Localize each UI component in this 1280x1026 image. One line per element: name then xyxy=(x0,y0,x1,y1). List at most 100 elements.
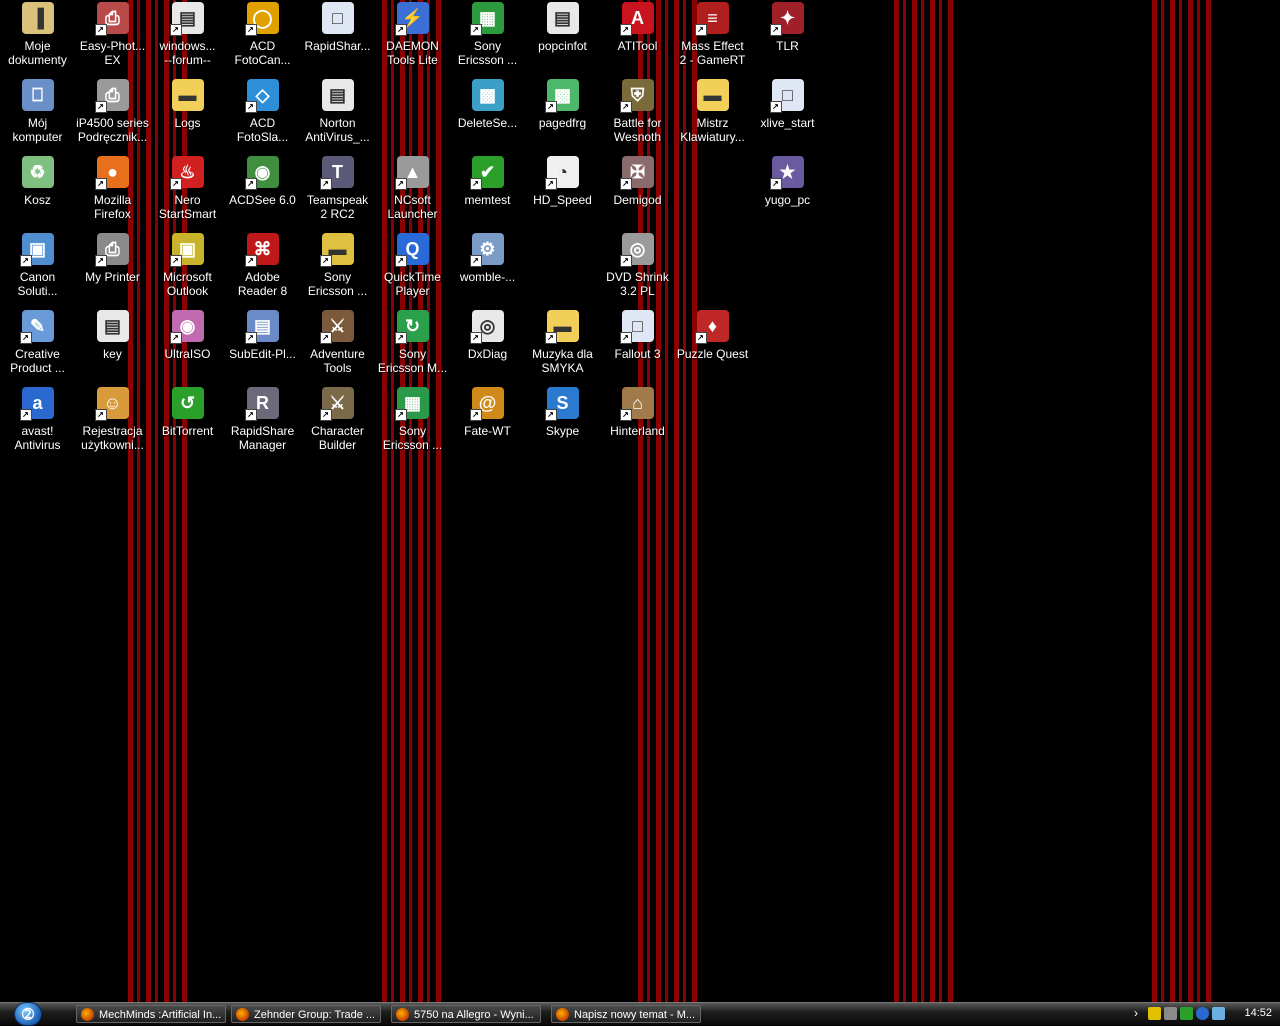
eye-icon: ◉ ↗ xyxy=(244,156,279,190)
desktop-icon-mass-effect[interactable]: ≡ ↗ Mass Effect 2 - GameRT xyxy=(675,0,750,72)
desktop-icon-teamspeak[interactable]: T ↗ Teamspeak 2 RC2 xyxy=(300,154,375,226)
shortcut-arrow-icon: ↗ xyxy=(394,332,407,344)
desktop-icon-quicktime-player[interactable]: Q ↗ QuickTime Player xyxy=(375,231,450,303)
shortcut-arrow-icon: ↗ xyxy=(694,24,707,36)
desktop-icon-dxdiag[interactable]: ◎ ↗ DxDiag xyxy=(450,308,525,380)
desktop-icon-sony-ericsson-m[interactable]: ↻ ↗ Sony Ericsson M... xyxy=(375,308,450,380)
quicktime-icon: Q ↗ xyxy=(394,233,429,267)
desktop-icon-adventure-tools[interactable]: ⚔ ↗ Adventure Tools xyxy=(300,308,375,380)
diagnostic-icon: ◎ ↗ xyxy=(469,310,504,344)
desktop-icon-deleteservice[interactable]: ▩ DeleteSe... xyxy=(450,77,525,149)
desktop-icon-sony-ericsson-2[interactable]: ▬ ↗ Sony Ericsson ... xyxy=(300,231,375,303)
desktop-icon-yugo-pc[interactable]: ★ ↗ yugo_pc xyxy=(750,154,825,226)
taskbar-button-firefox-window[interactable]: Zehnder Group: Trade ... xyxy=(231,1005,381,1023)
desktop-icon-rapidshare-manager[interactable]: R ↗ RapidShare Manager xyxy=(225,385,300,457)
desktop-icon-canon-solution[interactable]: ▣ ↗ Canon Soluti... xyxy=(0,231,75,303)
swirl-icon: @ ↗ xyxy=(469,387,504,421)
desktop-icon-key[interactable]: ▤ key xyxy=(75,308,150,380)
desktop-icon-tlr[interactable]: ✦ ↗ TLR xyxy=(750,0,825,72)
desktop-icon-label: Easy-Phot... EX xyxy=(79,39,146,67)
desktop-icon-label: key xyxy=(103,347,122,361)
norton-tray-icon[interactable] xyxy=(1148,1007,1161,1020)
desktop-icon-acd-fotoslate[interactable]: ◇ ↗ ACD FotoSla... xyxy=(225,77,300,149)
desktop-icon-ultraiso[interactable]: ◉ ↗ UltraISO xyxy=(150,308,225,380)
desktop-icon-nero-startsmart[interactable]: ♨ ↗ Nero StartSmart xyxy=(150,154,225,226)
desktop-icon-avast-antivirus[interactable]: a ↗ avast! Antivirus xyxy=(0,385,75,457)
canon-icon: ▣ ↗ xyxy=(19,233,54,267)
wallpaper-stripe xyxy=(155,0,158,1002)
desktop-icon-mozilla-firefox[interactable]: ● ↗ Mozilla Firefox xyxy=(75,154,150,226)
shortcut-arrow-icon: ↗ xyxy=(394,255,407,267)
desktop-icon-demigod[interactable]: ✠ ↗ Demigod xyxy=(600,154,675,226)
system-tray: › 14:52 xyxy=(1130,1003,1280,1025)
game-icon: ✦ ↗ xyxy=(769,2,804,36)
desktop-icon-acd-fotocanvas[interactable]: ◯ ↗ ACD FotoCan... xyxy=(225,0,300,72)
firefox-icon: ● ↗ xyxy=(94,156,129,190)
printer-icon: ⎙ ↗ xyxy=(94,2,129,36)
desktop-icon-moj-komputer[interactable]: ⎕ Mój komputer xyxy=(0,77,75,149)
desktop-icon-easy-photo[interactable]: ⎙ ↗ Easy-Phot... EX xyxy=(75,0,150,72)
desktop-icon-ip4500-series[interactable]: ⎙ ↗ iP4500 series Podręcznik... xyxy=(75,77,150,149)
desktop-icon-sony-ericsson-3[interactable]: ▦ ↗ Sony Ericsson ... xyxy=(375,385,450,457)
desktop-icon-hd-speed[interactable]: ◔ ↗ HD_Speed xyxy=(525,154,600,226)
desktop-icon-daemon-tools[interactable]: ⚡ ↗ DAEMON Tools Lite xyxy=(375,0,450,72)
desktop-icon-ncsoft-launcher[interactable]: ▲ ↗ NCsoft Launcher xyxy=(375,154,450,226)
document-icon: ▤ xyxy=(321,79,354,111)
gauge-icon: ◔ ↗ xyxy=(544,156,579,190)
messenger-tray-icon[interactable] xyxy=(1212,1007,1225,1020)
desktop-icon-moje-dokumenty[interactable]: ▐ Moje dokumenty xyxy=(0,0,75,72)
tray-chevron-icon[interactable]: › xyxy=(1134,1006,1138,1020)
taskbar-button-firefox-window[interactable]: MechMinds :Artificial In... xyxy=(76,1005,226,1023)
clock[interactable]: 14:52 xyxy=(1244,1007,1272,1019)
desktop-icon-acdsee[interactable]: ◉ ↗ ACDSee 6.0 xyxy=(225,154,300,226)
desktop-icon-label: Fallout 3 xyxy=(614,347,661,361)
taskbar-button-firefox-window[interactable]: 5750 na Allegro - Wyni... xyxy=(391,1005,541,1023)
desktop-icon-xlive-start[interactable]: □ ↗ xlive_start xyxy=(750,77,825,149)
taskbar-button-firefox-window[interactable]: Napisz nowy temat - M... xyxy=(551,1005,701,1023)
desktop-icon-character-builder[interactable]: ⚔ ↗ Character Builder xyxy=(300,385,375,457)
desktop-icon-skype[interactable]: S ↗ Skype xyxy=(525,385,600,457)
document-icon: ▤ ↗ xyxy=(169,2,204,36)
desktop-icon-muzyka-dla-smyka[interactable]: ▬ ↗ Muzyka dla SMYKA xyxy=(525,308,600,380)
desktop-icon-hinterland[interactable]: ⌂ ↗ Hinterland xyxy=(600,385,675,457)
desktop-icon-microsoft-outlook[interactable]: ▣ ↗ Microsoft Outlook xyxy=(150,231,225,303)
desktop-icon-adobe-reader[interactable]: ⌘ ↗ Adobe Reader 8 xyxy=(225,231,300,303)
desktop-icon-logs[interactable]: ▬ Logs xyxy=(150,77,225,149)
desktop-icon-label: Adobe Reader 8 xyxy=(237,270,288,298)
desktop-icon-rejestracja[interactable]: ☺ ↗ Rejestracja użytkowni... xyxy=(75,385,150,457)
desktop-icon-fallout-3[interactable]: □ ↗ Fallout 3 xyxy=(600,308,675,380)
desktop-icon-fate-wt[interactable]: @ ↗ Fate-WT xyxy=(450,385,525,457)
wallpaper-stripe xyxy=(930,0,935,1002)
wallpaper-stripe xyxy=(137,0,140,1002)
desktop-icon-kosz[interactable]: ♻ Kosz xyxy=(0,154,75,226)
network-tray-icon[interactable] xyxy=(1164,1007,1177,1020)
desktop-icon-mistrz-klawiatury[interactable]: ▬ Mistrz Klawiatury... xyxy=(675,77,750,149)
desktop-icon-label: Canon Soluti... xyxy=(17,270,58,298)
wallpaper-stripe xyxy=(173,0,176,1002)
check-tray-icon[interactable] xyxy=(1180,1007,1193,1020)
desktop-icon-dvd-shrink[interactable]: ◎ ↗ DVD Shrink 3.2 PL xyxy=(600,231,675,303)
start-button[interactable]: ➁ xyxy=(14,1002,42,1026)
desktop-icon-windows-forum[interactable]: ▤ ↗ windows... --forum-- xyxy=(150,0,225,72)
wallpaper-stripe xyxy=(1170,0,1175,1002)
desktop-icon-puzzle-quest[interactable]: ♦ ↗ Puzzle Quest xyxy=(675,308,750,380)
desktop-icon-sony-ericsson-1[interactable]: ▦ ↗ Sony Ericsson ... xyxy=(450,0,525,72)
desktop-icon-battle-for-wesnoth[interactable]: ⛨ ↗ Battle for Wesnoth xyxy=(600,77,675,149)
desktop-icon-memtest[interactable]: ✔ ↗ memtest xyxy=(450,154,525,226)
shortcut-arrow-icon: ↗ xyxy=(769,178,782,190)
desktop-icon-pagedfrg[interactable]: ▩ ↗ pagedfrg xyxy=(525,77,600,149)
desktop-icon-label: ATITool xyxy=(617,39,658,53)
desktop-icon-label: Sony Ericsson ... xyxy=(457,39,518,67)
shortcut-arrow-icon: ↗ xyxy=(94,178,107,190)
desktop-icon-subedit[interactable]: ▤ ↗ SubEdit-Pl... xyxy=(225,308,300,380)
desktop-icon-womble[interactable]: ⚙ ↗ womble-... xyxy=(450,231,525,303)
desktop-icon-label: Teamspeak 2 RC2 xyxy=(306,193,369,221)
desktop-icon-atitool[interactable]: A ↗ ATITool xyxy=(600,0,675,72)
desktop-icon-norton-antivirus[interactable]: ▤ Norton AntiVirus_... xyxy=(300,77,375,149)
desktop-icon-creative-product[interactable]: ✎ ↗ Creative Product ... xyxy=(0,308,75,380)
desktop-icon-popcinfot[interactable]: ▤ popcinfot xyxy=(525,0,600,72)
desktop-icon-rapidshare[interactable]: □ RapidShar... xyxy=(300,0,375,72)
desktop-icon-my-printer[interactable]: ⎙ ↗ My Printer xyxy=(75,231,150,303)
avast-tray-icon[interactable] xyxy=(1196,1007,1209,1020)
desktop-icon-bittorrent[interactable]: ↺ BitTorrent xyxy=(150,385,225,457)
